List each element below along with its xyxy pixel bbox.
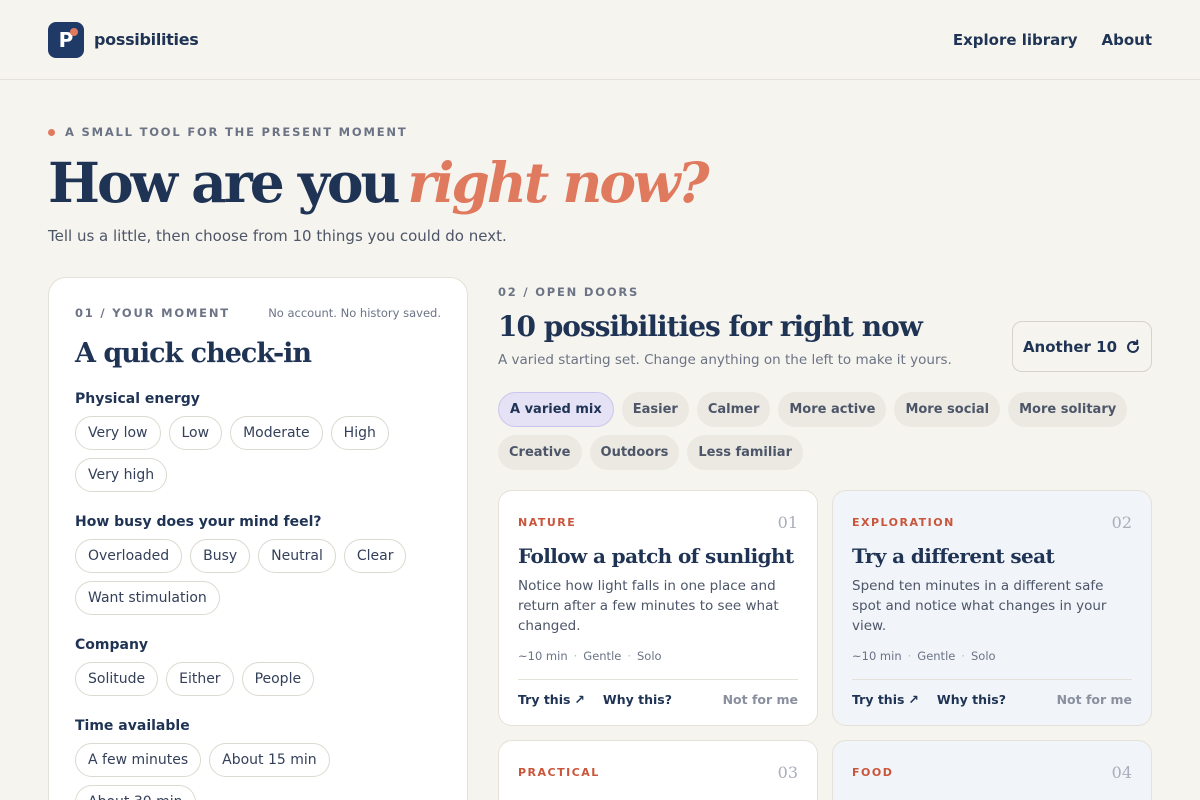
card-actions: Try this ↗ Why this? Not for me	[852, 679, 1132, 707]
meta-company: Solo	[971, 649, 996, 663]
results-kicker: 02 / OPEN DOORS	[498, 285, 640, 299]
card-number: 02	[1111, 513, 1132, 532]
option-chip[interactable]: Either	[166, 662, 234, 696]
question-list: Physical energy Very low Low Moderate High Ve…	[75, 391, 441, 800]
option-chip[interactable]: Moderate	[230, 416, 323, 450]
card-category: NATURE	[518, 516, 577, 529]
filter-chip[interactable]: A varied mix	[498, 392, 614, 427]
filter-chip[interactable]: More active	[778, 392, 887, 427]
filter-chip[interactable]: Outdoors	[589, 435, 680, 470]
why-this-link[interactable]: Why this?	[937, 692, 1006, 707]
card-meta: ~10 min · Gentle · Solo	[518, 649, 662, 663]
filter-chips: A varied mix Easier Calmer More active More …	[498, 392, 1158, 470]
card-title: Follow a patch of sunlight	[518, 544, 794, 568]
possibility-card-03: PRACTICAL 03	[498, 740, 818, 800]
page-subtitle: Tell us a little, then choose from 10 th…	[48, 227, 507, 245]
hero-eyebrow: A SMALL TOOL FOR THE PRESENT MOMENT	[48, 125, 407, 139]
question-label: Company	[75, 637, 149, 653]
refresh-icon	[1127, 339, 1140, 353]
meta-intensity: Gentle	[917, 649, 956, 663]
brand-link[interactable]: P possibilities	[48, 21, 199, 58]
panel-title: A quick check-in	[75, 338, 312, 369]
title-main: How are you	[48, 150, 401, 215]
another-label: Another 10	[1022, 337, 1118, 356]
not-for-me-button[interactable]: Not for me	[723, 692, 798, 707]
option-chips: Solitude Either People	[75, 662, 441, 696]
option-chip[interactable]: Low	[168, 416, 223, 450]
privacy-note: No account. No history saved.	[268, 306, 441, 320]
filter-chip[interactable]: More social	[894, 392, 1001, 427]
meta-duration: ~10 min	[852, 649, 902, 663]
card-category: FOOD	[852, 766, 894, 779]
option-chip[interactable]: A few minutes	[75, 743, 202, 777]
card-category: EXPLORATION	[852, 516, 955, 529]
card-actions: Try this ↗ Why this? Not for me	[518, 679, 798, 707]
results-title: 10 possibilities for right now	[498, 310, 923, 343]
another-10-button[interactable]: Another 10	[1012, 321, 1152, 372]
option-chip[interactable]: Clear	[343, 539, 407, 573]
try-this-link[interactable]: Try this ↗	[518, 692, 585, 707]
question-label: Physical energy	[75, 391, 200, 407]
question-label: Time available	[75, 718, 190, 734]
option-chip[interactable]: Neutral	[258, 539, 336, 573]
eyebrow-text: A SMALL TOOL FOR THE PRESENT MOMENT	[65, 125, 408, 139]
possibility-card-02: EXPLORATION 02 Try a different seat Spend…	[832, 490, 1152, 726]
brand-name: possibilities	[94, 30, 199, 49]
option-chip[interactable]: Very low	[75, 416, 161, 450]
option-chip[interactable]: People	[241, 662, 315, 696]
results-subtitle: A varied starting set. Change anything o…	[498, 352, 952, 368]
card-description: Notice how light falls in one place and …	[518, 578, 779, 634]
why-this-link[interactable]: Why this?	[603, 692, 672, 707]
meta-intensity: Gentle	[583, 649, 622, 663]
title-accent: right now?	[407, 150, 710, 215]
nav-about[interactable]: About	[1101, 31, 1152, 49]
card-number: 04	[1111, 763, 1132, 782]
nav-explore-library[interactable]: Explore library	[953, 31, 1078, 49]
meta-duration: ~10 min	[518, 649, 568, 663]
option-chips: Very low Low Moderate High Very high	[75, 416, 441, 492]
filter-chip[interactable]: More solitary	[1008, 392, 1128, 427]
try-label: Try this	[518, 692, 571, 707]
option-chip[interactable]: Busy	[190, 539, 251, 573]
filter-chip[interactable]: Less familiar	[687, 435, 803, 470]
eyebrow-dot-icon	[48, 128, 55, 136]
option-chip[interactable]: High	[330, 416, 389, 450]
option-chips: A few minutesAbout 15 min About 30 min	[75, 743, 441, 800]
filter-chip[interactable]: Creative	[498, 435, 582, 470]
option-chip[interactable]: About 15 min	[209, 743, 330, 777]
possibility-card-01: NATURE 01 Follow a patch of sunlight Noti…	[498, 490, 818, 726]
try-label: Try this	[852, 692, 905, 707]
option-chip[interactable]: Very high	[75, 458, 168, 492]
card-number: 03	[777, 763, 798, 782]
main-nav: Explore library About	[953, 31, 1152, 49]
top-bar: P possibilities Explore library About	[0, 0, 1200, 80]
option-chip[interactable]: Want stimulation	[75, 581, 220, 615]
filter-chip[interactable]: Calmer	[696, 392, 771, 427]
card-number: 01	[777, 513, 798, 532]
panel-kicker: 01 / YOUR MOMENT	[75, 306, 230, 320]
arrow-up-right-icon: ↗	[908, 692, 919, 707]
option-chip[interactable]: Solitude	[75, 662, 159, 696]
question-label: How busy does your mind feel?	[75, 514, 322, 530]
option-chips: Overloaded Busy Neutral Clear Want stimulati…	[75, 539, 441, 615]
check-in-panel: 01 / YOUR MOMENT No account. No history …	[48, 277, 468, 800]
card-meta: ~10 min · Gentle · Solo	[852, 649, 996, 663]
card-description: Spend ten minutes in a different safe sp…	[852, 578, 1107, 634]
option-chip[interactable]: Overloaded	[75, 539, 183, 573]
not-for-me-button[interactable]: Not for me	[1057, 692, 1132, 707]
card-category: PRACTICAL	[518, 766, 600, 779]
page-title: How are you right now?	[48, 150, 710, 215]
option-chip[interactable]: About 30 min	[75, 785, 196, 800]
possibility-card-04: FOOD 04	[832, 740, 1152, 800]
meta-company: Solo	[637, 649, 662, 663]
logo-dot	[70, 27, 78, 36]
try-this-link[interactable]: Try this ↗	[852, 692, 919, 707]
logo-icon: P	[48, 21, 84, 58]
panel-header: 01 / YOUR MOMENT No account. No history …	[75, 306, 441, 320]
filter-chip[interactable]: Easier	[621, 392, 689, 427]
arrow-up-right-icon: ↗	[574, 692, 585, 707]
card-title: Try a different seat	[852, 544, 1055, 568]
